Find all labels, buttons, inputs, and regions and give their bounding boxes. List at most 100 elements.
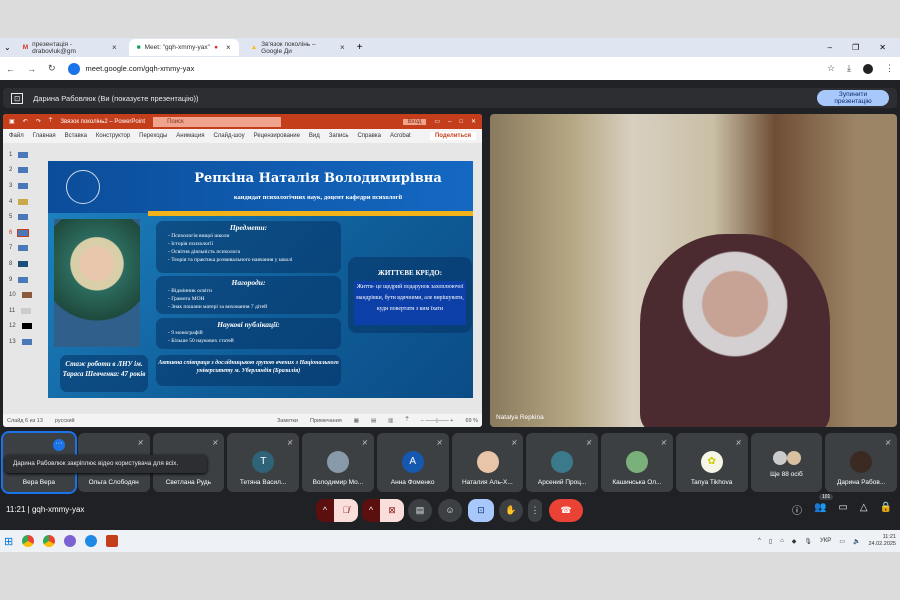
audio-options-chevron-icon[interactable]: ^	[316, 499, 334, 522]
chat-icon[interactable]: ▭	[838, 502, 847, 517]
participant-tile[interactable]: ✕̸ Арсений Проц...	[526, 433, 598, 492]
bookmark-star-icon[interactable]: ☆	[827, 63, 835, 74]
normal-view-icon[interactable]: ▦	[354, 418, 359, 424]
restore-icon[interactable]: ❐	[852, 43, 859, 52]
people-icon[interactable]: 👥	[814, 502, 826, 517]
participant-tile[interactable]: ✕̸ Наталия Аль-Х...	[451, 433, 524, 492]
maximize-icon[interactable]: □	[459, 119, 463, 125]
leave-call-button[interactable]: ☎	[549, 499, 583, 522]
forward-icon[interactable]: →	[27, 64, 36, 74]
host-controls-icon[interactable]: 🔒	[880, 502, 892, 517]
ribbon-tab[interactable]: Acrobat	[390, 133, 411, 139]
minimize-icon[interactable]: –	[828, 43, 832, 52]
participant-tile[interactable]: ✕̸ ✿ Tanya Tikhova	[675, 433, 748, 492]
slide-thumb[interactable]: 12	[3, 319, 41, 335]
slide-thumb[interactable]: 10	[3, 287, 41, 303]
ribbon-tab[interactable]: Запись	[329, 133, 349, 139]
share-button[interactable]: Поделиться	[429, 132, 476, 140]
viber-icon[interactable]	[64, 535, 77, 547]
windows-start-icon[interactable]: ⊞	[4, 535, 13, 548]
messenger-icon[interactable]	[85, 535, 98, 547]
ribbon-tab[interactable]: Переходы	[139, 133, 167, 139]
stop-presenting-button[interactable]: Зупинити презентацію	[817, 90, 889, 106]
emoji-button[interactable]: ☺	[438, 499, 462, 522]
slide-thumb[interactable]: 2	[3, 163, 41, 179]
slide-thumb[interactable]: 11	[3, 303, 41, 319]
present-button[interactable]: ⊡	[468, 499, 494, 522]
network-icon[interactable]: ⌂	[780, 538, 784, 544]
ribbon-tab[interactable]: Вставка	[65, 133, 87, 139]
present-icon[interactable]: ⍑	[49, 118, 53, 125]
slide-thumb[interactable]: 1	[3, 147, 41, 163]
slide-thumb[interactable]: 13	[3, 334, 41, 350]
undo-icon[interactable]: ↶	[23, 118, 28, 125]
download-icon[interactable]: ⤓	[847, 63, 851, 74]
ribbon-tab[interactable]: Файл	[9, 133, 24, 139]
ribbon-tab[interactable]: Главная	[33, 133, 56, 139]
participant-tile[interactable]: ✕̸ Володимир Мо...	[302, 433, 374, 492]
participant-tile[interactable]: ✕̸ Кашинська Ол...	[601, 433, 673, 492]
ribbon-display-icon[interactable]: ▭	[434, 118, 440, 125]
camera-off-button[interactable]: ⊠	[380, 499, 404, 522]
usb-icon[interactable]: ▯	[769, 538, 772, 545]
ribbon-tab[interactable]: Конструктор	[96, 133, 130, 139]
notes-button[interactable]: Заметки	[277, 418, 298, 424]
zoom-slider[interactable]: – ——|—— +	[421, 418, 454, 424]
comments-button[interactable]: Примечания	[310, 418, 342, 424]
slideshow-icon[interactable]: ⍑	[405, 417, 408, 424]
new-tab-button[interactable]: +	[357, 42, 363, 53]
participant-tile[interactable]: ✕̸ T Тетяна Васил...	[227, 433, 299, 492]
more-participants-tile[interactable]: Ще 88 осіб	[750, 433, 823, 492]
ribbon-tab[interactable]: Слайд-шоу	[213, 133, 244, 139]
profile-avatar[interactable]	[863, 63, 873, 74]
participant-tile[interactable]: ✕̸ Дарина Рабов...	[825, 433, 897, 492]
participant-tile[interactable]: ✕̸ A Анна Фоменко	[376, 433, 449, 492]
close-tab-icon[interactable]: ×	[226, 43, 231, 52]
slide-thumb-selected[interactable]: 6	[3, 225, 41, 241]
ribbon-tab[interactable]: Рецензирование	[254, 133, 300, 139]
signin-button[interactable]: Вход	[402, 118, 427, 125]
clock[interactable]: 11:21 24.02.2025	[868, 534, 896, 548]
raise-hand-button[interactable]: ✋	[499, 499, 523, 522]
activities-icon[interactable]: △	[860, 502, 868, 517]
back-icon[interactable]: ←	[6, 64, 15, 74]
shield-icon[interactable]: ◆	[792, 538, 797, 545]
url-field[interactable]: meet.google.com/gqh-xmmy-yax	[86, 64, 195, 73]
mic-icon[interactable]: 🎙	[804, 538, 812, 545]
redo-icon[interactable]: ↷	[36, 118, 41, 125]
ribbon-tab[interactable]: Анимация	[176, 133, 204, 139]
display-icon[interactable]: ▭	[839, 538, 845, 545]
slide-thumb[interactable]: 3	[3, 178, 41, 194]
reload-icon[interactable]: ↻	[48, 63, 56, 74]
more-options-button[interactable]: ⋮	[528, 499, 542, 522]
close-icon[interactable]: ✕	[471, 118, 476, 125]
ribbon-tab[interactable]: Справка	[357, 133, 381, 139]
tab-list-chevron-icon[interactable]: ⌄	[4, 43, 11, 52]
chrome-icon[interactable]	[22, 535, 35, 547]
tab-gmail[interactable]: Mпрезентація - drabovluk@gm ×	[15, 39, 125, 56]
chrome-icon[interactable]	[43, 535, 56, 547]
info-icon[interactable]: ⓘ	[792, 502, 802, 517]
ribbon-tab[interactable]: Вид	[309, 133, 320, 139]
save-icon[interactable]: ▣	[9, 118, 15, 125]
tray-chevron-icon[interactable]: ^	[758, 538, 761, 544]
ppt-search-input[interactable]: Поиск	[153, 116, 282, 127]
slide-thumb[interactable]: 5	[3, 209, 41, 225]
close-window-icon[interactable]: ✕	[879, 43, 886, 52]
close-tab-icon[interactable]: ×	[340, 43, 345, 52]
volume-icon[interactable]: 🔈	[853, 538, 860, 545]
close-tab-icon[interactable]: ×	[112, 43, 117, 52]
mic-off-button[interactable]: 🎙̸	[334, 499, 358, 522]
menu-icon[interactable]: ⋮	[885, 63, 894, 74]
powerpoint-icon[interactable]	[106, 535, 119, 547]
minimize-icon[interactable]: –	[448, 119, 451, 125]
slide-thumb[interactable]: 8	[3, 256, 41, 272]
tab-meet[interactable]: ■ Meet: "gqh-xmmy-yax" ● ×	[128, 39, 239, 56]
slide-thumb[interactable]: 9	[3, 272, 41, 288]
slide-thumb[interactable]: 4	[3, 194, 41, 210]
video-options-chevron-icon[interactable]: ^	[362, 499, 380, 522]
sorter-view-icon[interactable]: ▤	[371, 418, 376, 424]
tab-drive[interactable]: ▲ Зв'язок поколінь – Google Ди ×	[243, 39, 353, 56]
slide-thumb[interactable]: 7	[3, 241, 41, 257]
language-indicator[interactable]: УКР	[820, 538, 831, 544]
